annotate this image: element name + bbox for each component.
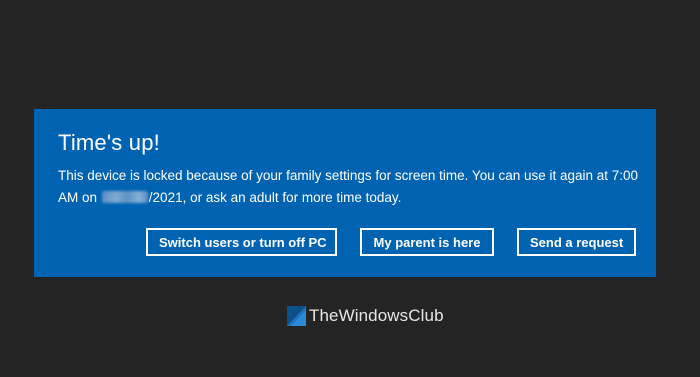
dialog-title: Time's up! bbox=[58, 130, 160, 155]
switch-users-button[interactable]: Switch users or turn off PC bbox=[146, 228, 337, 256]
redacted-date bbox=[101, 191, 148, 203]
watermark-text: TheWindowsClub bbox=[309, 306, 444, 325]
screen-time-dialog: Time's up! This device is locked because… bbox=[34, 109, 656, 277]
watermark: TheWindowsClub bbox=[287, 305, 444, 327]
message-text-end: /2021, or ask an adult for more time tod… bbox=[148, 190, 402, 205]
dialog-buttons: Switch users or turn off PC My parent is… bbox=[146, 228, 636, 256]
parent-is-here-button[interactable]: My parent is here bbox=[360, 228, 494, 256]
lock-screen: Time's up! This device is locked because… bbox=[0, 0, 700, 377]
thewindowsclub-logo-icon bbox=[287, 306, 306, 326]
dialog-message: This device is locked because of your fa… bbox=[58, 165, 643, 209]
send-request-button[interactable]: Send a request bbox=[517, 228, 636, 256]
